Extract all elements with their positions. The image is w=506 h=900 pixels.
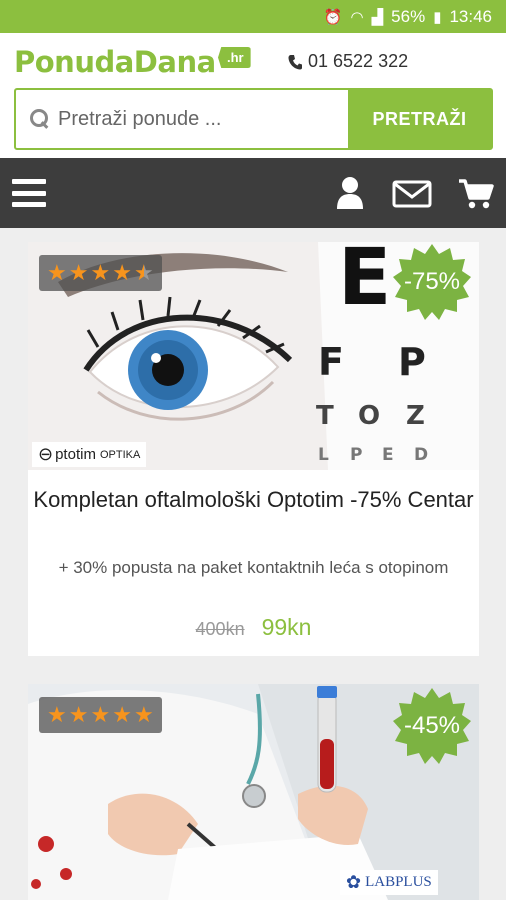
svg-text:E: E	[382, 445, 394, 465]
deal-title[interactable]: Kompletan oftalmološki Optotim -75% Cent…	[28, 484, 479, 516]
phone-icon	[288, 54, 302, 69]
wifi-icon: ◠	[350, 8, 364, 26]
search-field[interactable]	[16, 90, 348, 148]
svg-text:T: T	[316, 401, 334, 431]
discount-badge: -75%	[392, 242, 472, 322]
search-input[interactable]	[58, 107, 338, 131]
star-icon: ★	[47, 702, 67, 727]
discount-label: -75%	[403, 268, 461, 295]
signal-icon: ▟	[371, 8, 384, 26]
star-icon: ★	[68, 260, 89, 285]
svg-text:P: P	[398, 340, 426, 384]
deal-prices: 400kn 99kn	[28, 614, 479, 641]
star-icon: ★	[90, 260, 111, 285]
svg-text:E: E	[338, 242, 391, 323]
svg-text:D: D	[414, 445, 428, 465]
cart-icon[interactable]	[458, 178, 494, 210]
logo-badge: .hr	[218, 47, 251, 68]
search-button[interactable]: PRETRAŽI	[348, 90, 491, 148]
search-bar: PRETRAŽI	[14, 88, 493, 150]
phone-number: 01 6522 322	[308, 51, 409, 71]
star-icon: ★	[133, 702, 154, 727]
deal-card[interactable]: ✿ LABPLUS ★ ★ ★ ★ ★ -45%	[28, 684, 479, 900]
star-icon: ★	[47, 260, 67, 285]
svg-text:Z: Z	[406, 401, 425, 431]
nav-bar	[0, 158, 506, 228]
rating-stars: ★ ★ ★ ★ ★	[39, 697, 162, 733]
mail-icon[interactable]	[392, 180, 432, 208]
deal-subtitle: + 30% popusta na paket kontaktnih leća s…	[58, 558, 449, 577]
deal-card[interactable]: E F P T O Z L P E D ⊖ ptotim OPTIKA ★ ★ …	[28, 242, 479, 656]
battery-icon: ▮	[433, 8, 442, 26]
clock: 13:46	[449, 6, 492, 26]
battery-percent: 56%	[391, 6, 426, 26]
optotim-logo-icon: ⊖	[38, 444, 54, 464]
header: PonudaDana .hr 01 6522 322 PRETRAŽI	[0, 33, 506, 158]
brand-logo: ✿ LABPLUS	[340, 870, 438, 895]
svg-text:O: O	[358, 401, 380, 431]
star-icon: ★	[112, 260, 132, 285]
discount-badge: -45%	[392, 686, 472, 766]
brand-logo: ⊖ ptotim OPTIKA	[32, 442, 147, 467]
user-icon[interactable]	[336, 176, 364, 210]
svg-text:F: F	[318, 340, 344, 384]
rating-stars: ★ ★ ★ ★ ★	[39, 255, 162, 291]
star-icon: ★	[90, 702, 111, 727]
alarm-icon: ⏰	[323, 8, 343, 26]
svg-text:P: P	[350, 445, 362, 465]
new-price: 99kn	[261, 614, 312, 640]
svg-text:L: L	[318, 445, 329, 465]
discount-label: -45%	[403, 712, 461, 739]
labplus-logo-icon: ✿	[346, 872, 362, 892]
star-icon: ★	[68, 702, 89, 727]
status-bar: ⏰ ◠ ▟ 56% ▮ 13:46	[0, 0, 506, 33]
half-star-icon: ★	[133, 260, 154, 285]
search-icon	[30, 109, 50, 129]
logo[interactable]: PonudaDana	[14, 45, 216, 79]
old-price: 400kn	[195, 619, 245, 639]
star-icon: ★	[112, 702, 132, 727]
hamburger-menu-icon[interactable]	[12, 179, 46, 207]
phone-contact[interactable]: 01 6522 322	[288, 51, 408, 72]
